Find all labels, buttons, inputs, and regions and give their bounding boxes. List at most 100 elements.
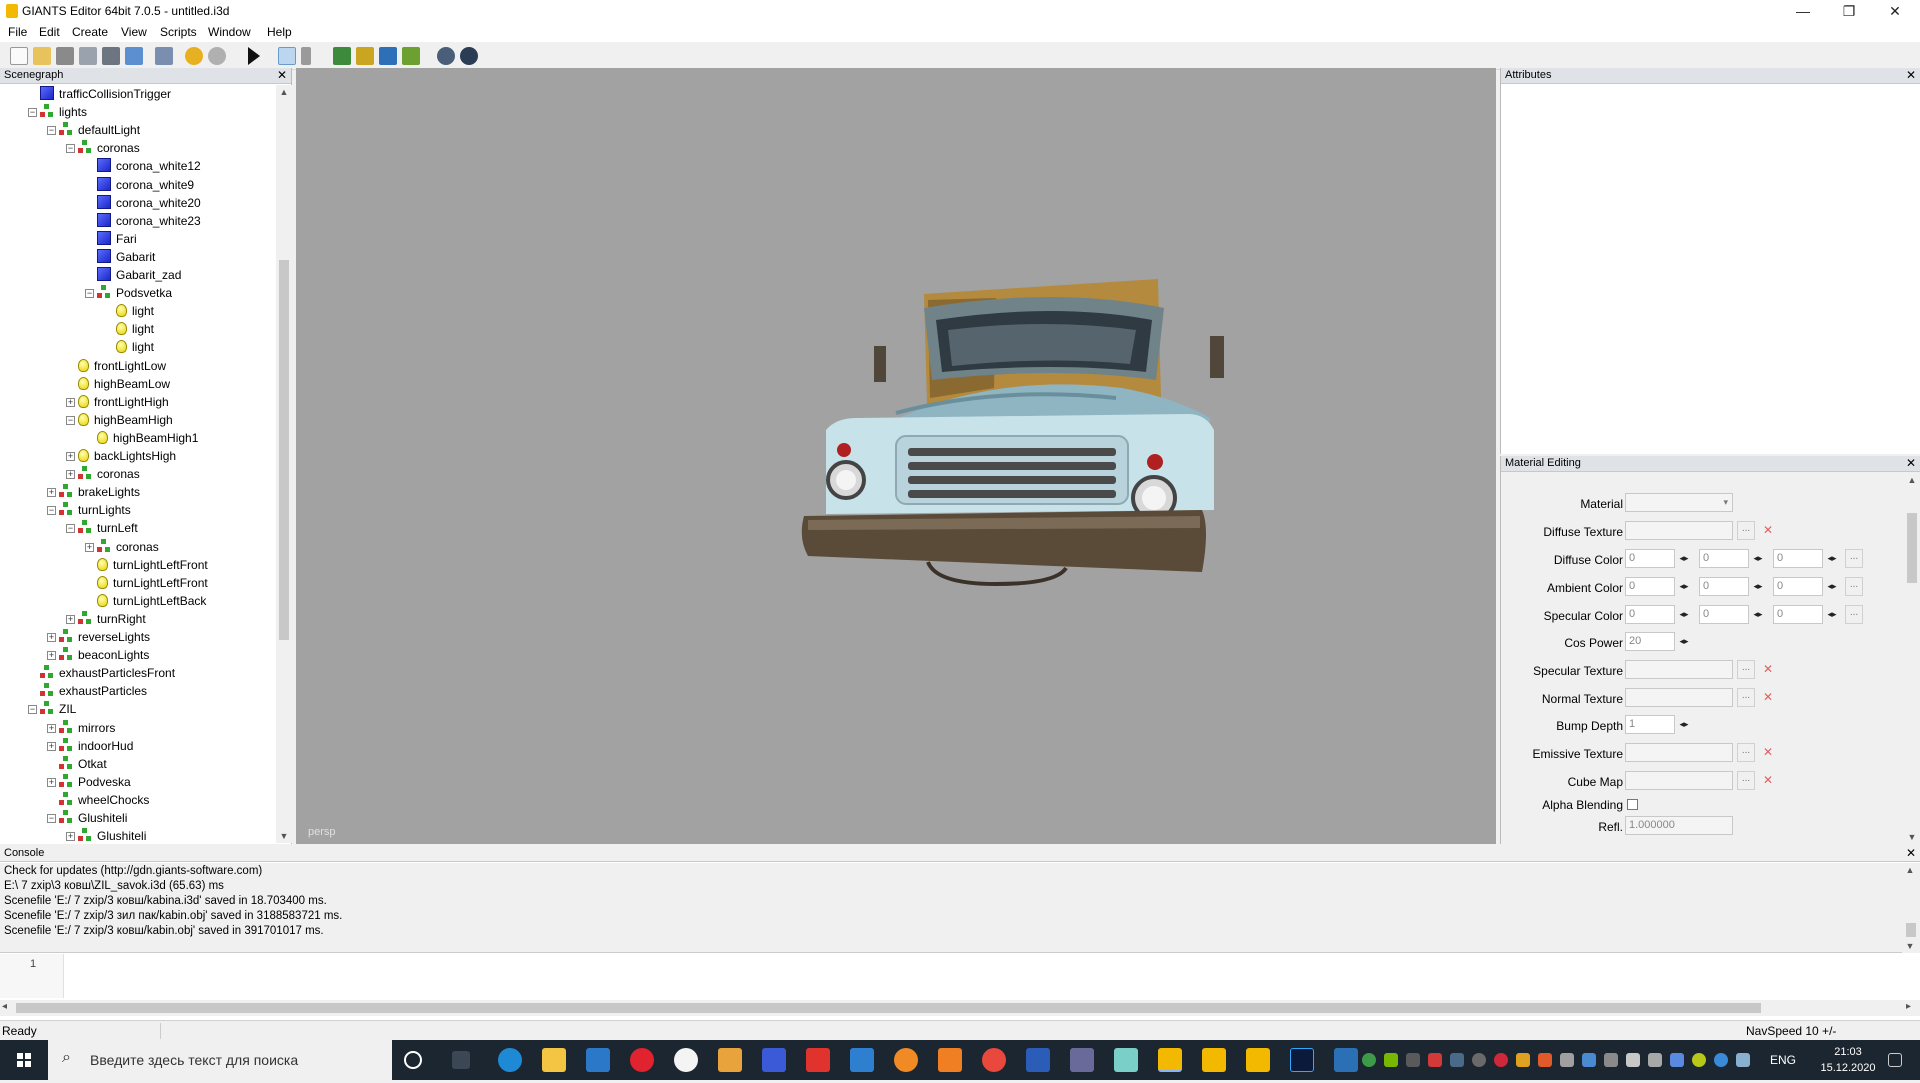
refl-input[interactable]: 1.000000 bbox=[1625, 816, 1733, 835]
menu-edit[interactable]: Edit bbox=[39, 25, 60, 39]
expand-toggle-icon[interactable]: + bbox=[47, 723, 56, 733]
tray-icon[interactable] bbox=[1362, 1053, 1376, 1067]
sg-tree-row[interactable]: corona_white9 bbox=[85, 176, 194, 194]
gear-icon[interactable] bbox=[460, 47, 478, 65]
scrollbar-thumb[interactable] bbox=[1906, 923, 1916, 937]
reload-icon[interactable] bbox=[79, 47, 97, 65]
notes-icon[interactable] bbox=[1114, 1048, 1138, 1072]
photos-icon[interactable] bbox=[1334, 1048, 1358, 1072]
download-icon[interactable] bbox=[938, 1048, 962, 1072]
ambient-b-input[interactable]: 0 bbox=[1773, 577, 1823, 596]
sg-tree-row[interactable]: turnLightLeftFront bbox=[85, 556, 208, 574]
sg-tree-row[interactable]: + Glushiteli bbox=[66, 827, 146, 843]
expand-toggle-icon[interactable]: − bbox=[66, 415, 75, 425]
sg-tree-row[interactable]: corona_white23 bbox=[85, 212, 201, 230]
sg-tree-row[interactable]: wheelChocks bbox=[47, 791, 149, 809]
material-scrollbar[interactable]: ▲ ▼ bbox=[1904, 473, 1920, 844]
terrain-icon[interactable] bbox=[333, 47, 351, 65]
expand-toggle-icon[interactable]: + bbox=[47, 488, 56, 498]
sg-tree-row[interactable]: Otkat bbox=[47, 755, 107, 773]
clear-icon[interactable]: ✕ bbox=[1759, 521, 1777, 540]
tray-icon[interactable] bbox=[1516, 1053, 1530, 1067]
clock[interactable]: 21:03 15.12.2020 bbox=[1818, 1044, 1878, 1076]
volume-icon[interactable] bbox=[1626, 1053, 1640, 1067]
browse-button[interactable]: ... bbox=[1737, 660, 1755, 679]
import-icon[interactable] bbox=[56, 47, 74, 65]
spin-icon[interactable]: ◂▸ bbox=[1677, 715, 1691, 734]
mail-icon[interactable] bbox=[850, 1048, 874, 1072]
scroll-down-icon[interactable]: ▼ bbox=[276, 831, 292, 841]
sg-tree-row[interactable]: + mirrors bbox=[47, 719, 115, 737]
sg-tree-row[interactable]: light bbox=[104, 320, 154, 338]
tray-icon[interactable] bbox=[1428, 1053, 1442, 1067]
sg-tree-row[interactable]: Fari bbox=[85, 230, 137, 248]
sg-tree-row[interactable]: highBeamHigh1 bbox=[85, 429, 198, 447]
paint-icon[interactable] bbox=[356, 47, 374, 65]
tree-icon[interactable] bbox=[402, 47, 420, 65]
menu-create[interactable]: Create bbox=[72, 25, 108, 39]
opera-tray-icon[interactable] bbox=[1494, 1053, 1508, 1067]
chrome-icon[interactable] bbox=[982, 1048, 1006, 1072]
save-app-icon[interactable] bbox=[762, 1048, 786, 1072]
sg-tree-row[interactable]: + indoorHud bbox=[47, 737, 133, 755]
tray-icon[interactable] bbox=[1406, 1053, 1420, 1067]
new-file-icon[interactable] bbox=[10, 47, 28, 65]
sg-tree-row[interactable]: + Podveska bbox=[47, 773, 131, 791]
spin-icon[interactable]: ◂▸ bbox=[1825, 577, 1839, 596]
scroll-left-icon[interactable]: ◂ bbox=[2, 1001, 7, 1012]
expand-toggle-icon[interactable]: + bbox=[47, 633, 56, 642]
browse-button[interactable]: ... bbox=[1737, 688, 1755, 707]
ambient-g-input[interactable]: 0 bbox=[1699, 577, 1749, 596]
settings-icon[interactable] bbox=[437, 47, 455, 65]
normal-texture-field[interactable] bbox=[1625, 688, 1733, 707]
3d-viewport[interactable]: persp bbox=[296, 68, 1496, 844]
expand-toggle-icon[interactable]: + bbox=[85, 542, 94, 552]
expand-toggle-icon[interactable]: + bbox=[66, 470, 75, 480]
close-icon[interactable]: ✕ bbox=[1906, 68, 1916, 83]
browse-button[interactable]: ... bbox=[1737, 771, 1755, 790]
menu-file[interactable]: File bbox=[8, 25, 27, 39]
sg-tree-row[interactable]: corona_white12 bbox=[85, 157, 201, 175]
close-icon[interactable]: ✕ bbox=[1906, 846, 1916, 861]
color-picker-button[interactable]: ... bbox=[1845, 605, 1863, 624]
expand-toggle-icon[interactable]: − bbox=[47, 506, 56, 516]
taskbar-search[interactable]: ⌕ Введите здесь текст для поиска bbox=[48, 1040, 392, 1080]
browse-button[interactable]: ... bbox=[1737, 743, 1755, 762]
select-tool-icon[interactable] bbox=[278, 47, 296, 65]
alpha-blending-checkbox[interactable] bbox=[1627, 799, 1638, 810]
winrar-icon[interactable] bbox=[1070, 1048, 1094, 1072]
sg-tree-row[interactable]: + reverseLights bbox=[47, 628, 150, 646]
tray-icon[interactable] bbox=[1714, 1053, 1728, 1067]
export-icon[interactable] bbox=[125, 47, 143, 65]
sg-tree-row[interactable]: exhaustParticles bbox=[28, 682, 147, 700]
expand-toggle-icon[interactable]: + bbox=[66, 397, 75, 407]
undo-icon[interactable] bbox=[185, 47, 203, 65]
store-icon[interactable] bbox=[586, 1048, 610, 1072]
open-folder-icon[interactable] bbox=[33, 47, 51, 65]
spin-icon[interactable]: ◂▸ bbox=[1825, 549, 1839, 568]
sg-tree-row[interactable]: trafficCollisionTrigger bbox=[28, 85, 171, 103]
sg-tree-row[interactable]: − ZIL bbox=[28, 700, 76, 718]
expand-toggle-icon[interactable]: + bbox=[47, 741, 56, 751]
browse-button[interactable]: ... bbox=[1737, 521, 1755, 540]
yandex-icon[interactable] bbox=[806, 1048, 830, 1072]
tray-icon[interactable] bbox=[1582, 1053, 1596, 1067]
refresh-icon[interactable] bbox=[155, 47, 173, 65]
opera-icon[interactable] bbox=[630, 1048, 654, 1072]
specular-g-input[interactable]: 0 bbox=[1699, 605, 1749, 624]
expand-toggle-icon[interactable]: − bbox=[28, 705, 37, 715]
sg-tree-row[interactable]: − Glushiteli bbox=[47, 809, 127, 827]
expand-toggle-icon[interactable]: + bbox=[66, 832, 75, 842]
sg-tree-row[interactable]: light bbox=[104, 302, 154, 320]
giants-editor-taskbar-icon[interactable] bbox=[1158, 1048, 1182, 1072]
material-select[interactable]: ▾ bbox=[1625, 493, 1733, 512]
specular-r-input[interactable]: 0 bbox=[1625, 605, 1675, 624]
yandex-browser-icon[interactable] bbox=[674, 1048, 698, 1072]
close-window-button[interactable]: ✕ bbox=[1872, 0, 1918, 22]
diffuse-b-input[interactable]: 0 bbox=[1773, 549, 1823, 568]
network-icon[interactable] bbox=[1648, 1053, 1662, 1067]
expand-toggle-icon[interactable]: − bbox=[47, 126, 56, 136]
cortana-icon[interactable] bbox=[404, 1051, 422, 1069]
diffuse-texture-field[interactable] bbox=[1625, 521, 1733, 540]
scroll-up-icon[interactable]: ▲ bbox=[1902, 865, 1918, 875]
